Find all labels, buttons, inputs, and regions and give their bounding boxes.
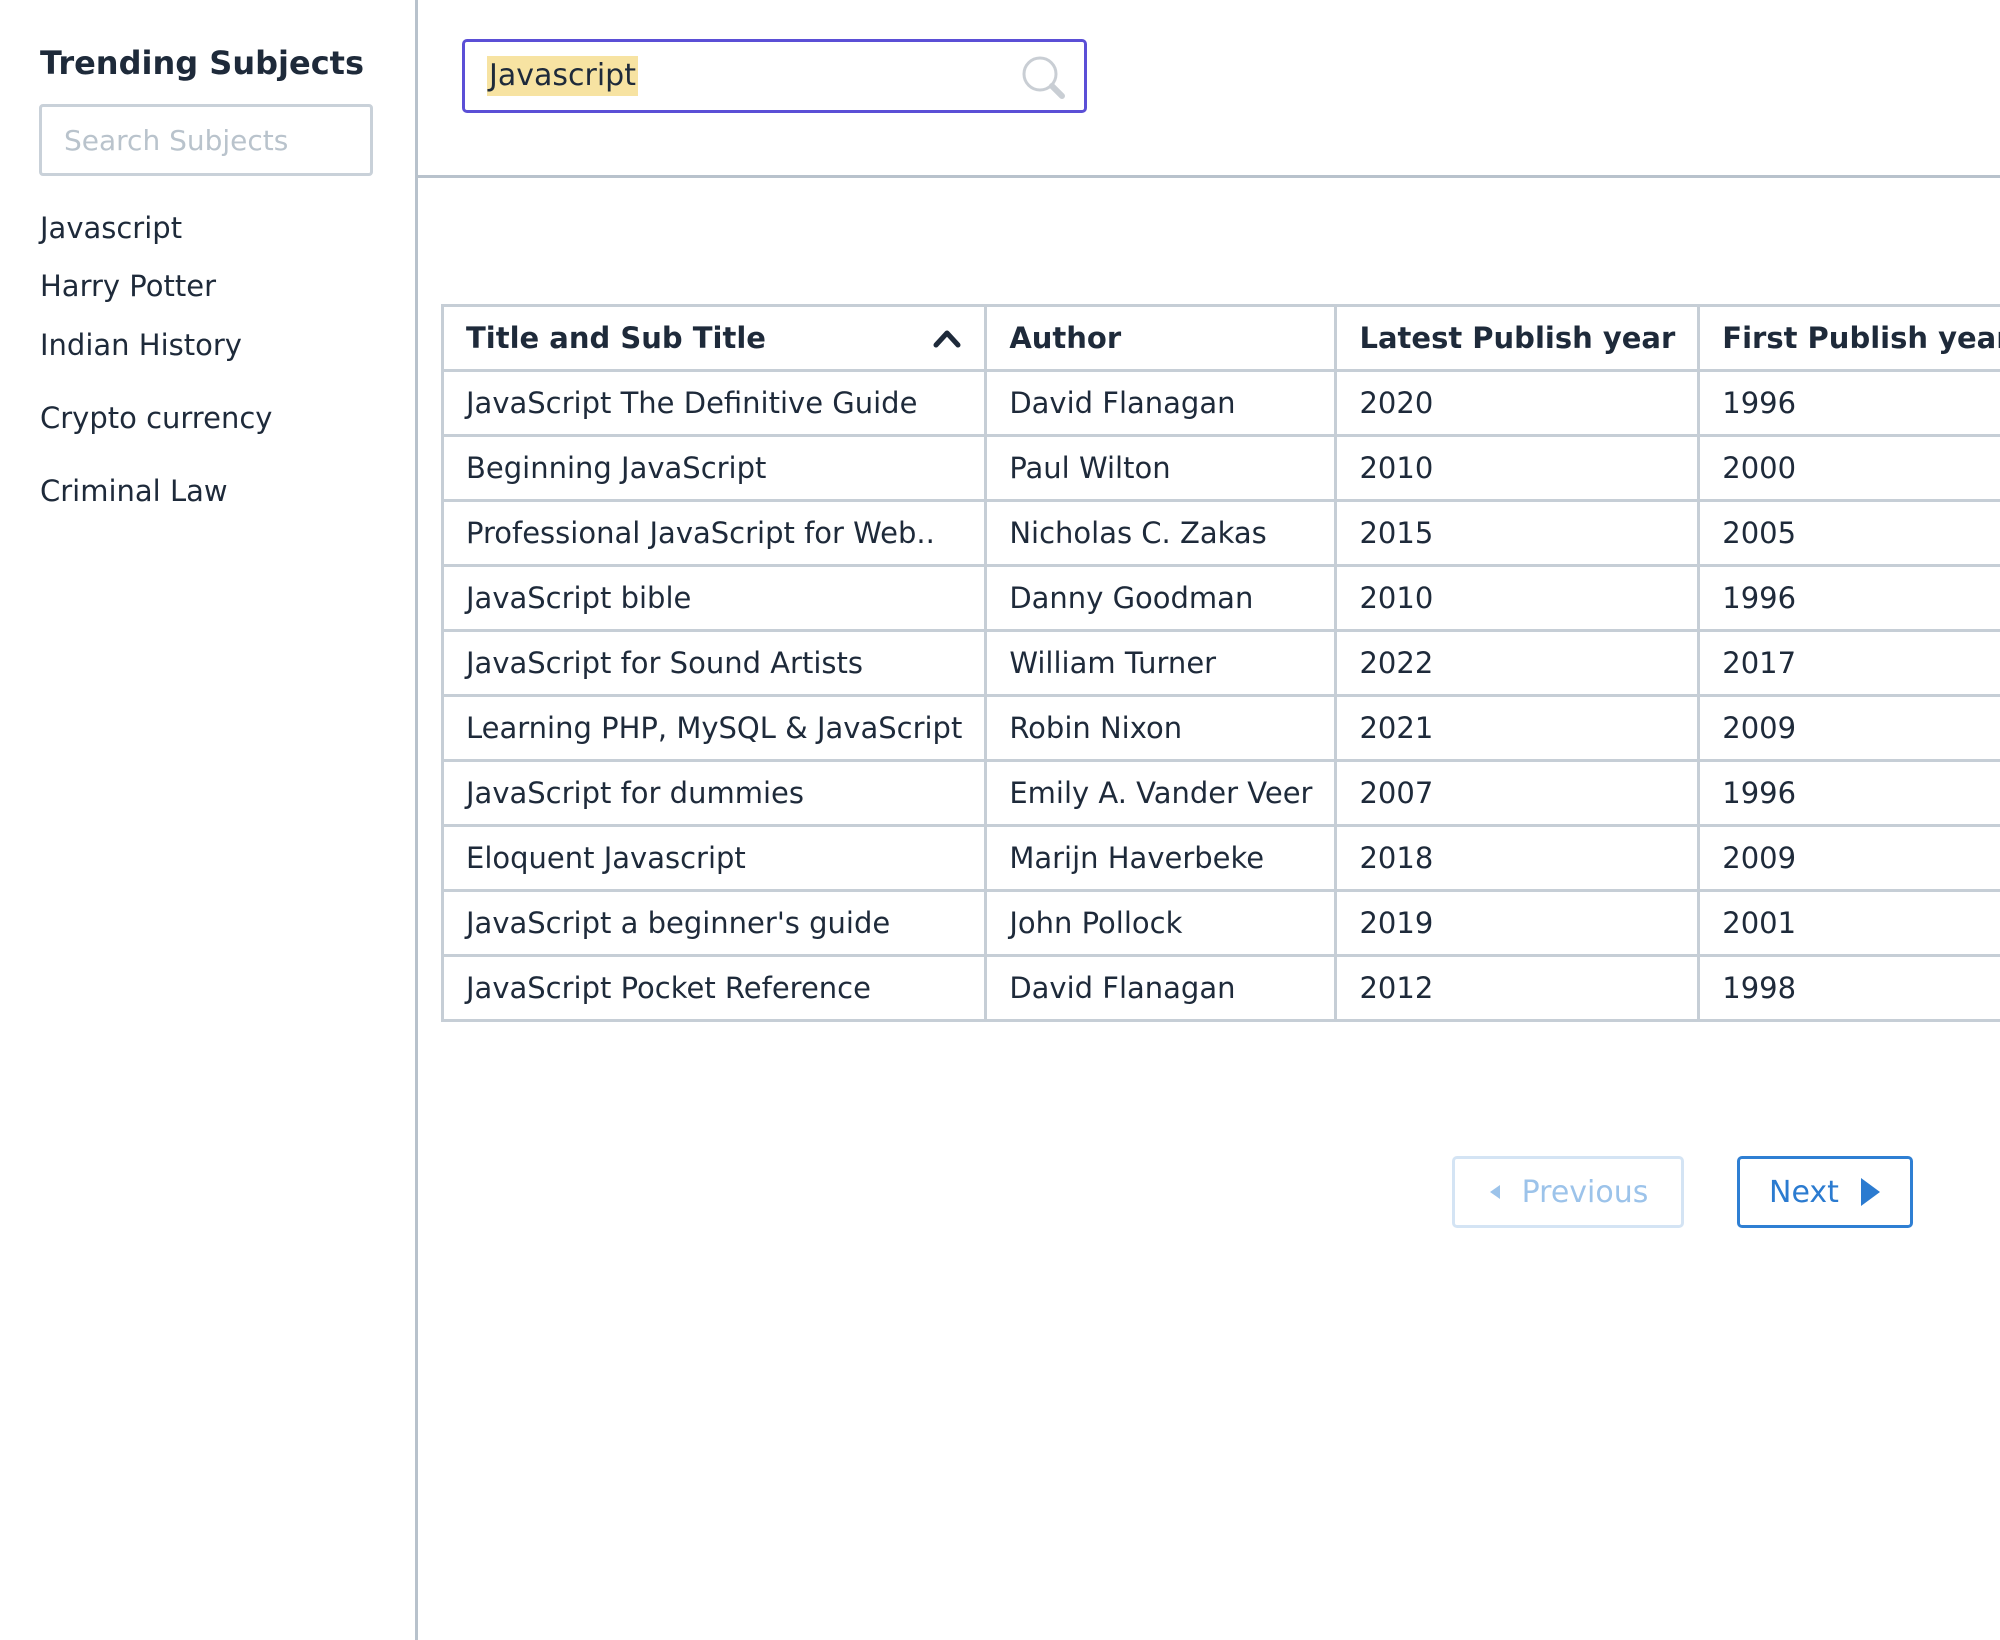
- column-header-first-publish-year[interactable]: First Publish year: [1697, 304, 2000, 372]
- cell-latest-year: 2010: [1334, 564, 1701, 632]
- table-row[interactable]: JavaScript bible Danny Goodman 2010 1996: [440, 564, 2000, 632]
- cell-author: Robin Nixon: [984, 694, 1338, 762]
- cell-first-year: 2017: [1697, 629, 2000, 697]
- table-row[interactable]: Professional JavaScript for Web.. Nichol…: [440, 499, 2000, 567]
- book-search-field[interactable]: Javascript: [462, 39, 1087, 113]
- cell-title: JavaScript bible: [440, 564, 988, 632]
- previous-button[interactable]: Previous: [1452, 1156, 1684, 1228]
- cell-title: Beginning JavaScript: [440, 434, 988, 502]
- cell-author: Nicholas C. Zakas: [984, 499, 1338, 567]
- results-table: Title and Sub Title Author Latest Publis…: [440, 304, 2000, 1022]
- cell-first-year: 1996: [1697, 564, 2000, 632]
- cell-author: Paul Wilton: [984, 434, 1338, 502]
- cell-author: David Flanagan: [984, 954, 1338, 1022]
- previous-button-label: Previous: [1521, 1174, 1649, 1210]
- cell-author: Danny Goodman: [984, 564, 1338, 632]
- subject-item-crypto-currency[interactable]: Crypto currency: [40, 401, 272, 435]
- column-header-title-label: Title and Sub Title: [466, 321, 766, 355]
- cell-title: JavaScript a beginner's guide: [440, 889, 988, 957]
- book-search-value[interactable]: Javascript: [487, 56, 638, 96]
- chevron-up-icon[interactable]: [932, 327, 962, 349]
- caret-right-icon: [1859, 1177, 1881, 1207]
- cell-first-year: 2005: [1697, 499, 2000, 567]
- sidebar-title: Trending Subjects: [40, 44, 364, 82]
- subject-item-criminal-law[interactable]: Criminal Law: [40, 474, 228, 508]
- cell-latest-year: 2020: [1334, 369, 1701, 437]
- cell-author: David Flanagan: [984, 369, 1338, 437]
- subject-item-javascript[interactable]: Javascript: [40, 211, 182, 245]
- cell-latest-year: 2012: [1334, 954, 1701, 1022]
- subject-item-indian-history[interactable]: Indian History: [40, 328, 242, 362]
- cell-latest-year: 2015: [1334, 499, 1701, 567]
- cell-latest-year: 2018: [1334, 824, 1701, 892]
- cell-first-year: 2009: [1697, 694, 2000, 762]
- cell-title: Professional JavaScript for Web..: [440, 499, 988, 567]
- cell-title: JavaScript for dummies: [440, 759, 988, 827]
- cell-author: Marijn Haverbeke: [984, 824, 1338, 892]
- sidebar: Trending Subjects Javascript Harry Potte…: [0, 0, 418, 1640]
- table-row[interactable]: Beginning JavaScript Paul Wilton 2010 20…: [440, 434, 2000, 502]
- table-header-row: Title and Sub Title Author Latest Publis…: [440, 304, 2000, 372]
- table-row[interactable]: JavaScript a beginner's guide John Pollo…: [440, 889, 2000, 957]
- table-row[interactable]: Learning PHP, MySQL & JavaScript Robin N…: [440, 694, 2000, 762]
- cell-first-year: 1996: [1697, 759, 2000, 827]
- cell-latest-year: 2022: [1334, 629, 1701, 697]
- table-row[interactable]: JavaScript The Definitive Guide David Fl…: [440, 369, 2000, 437]
- column-header-author[interactable]: Author: [984, 304, 1338, 372]
- cell-first-year: 2000: [1697, 434, 2000, 502]
- cell-first-year: 1996: [1697, 369, 2000, 437]
- cell-first-year: 1998: [1697, 954, 2000, 1022]
- table-row[interactable]: JavaScript for dummies Emily A. Vander V…: [440, 759, 2000, 827]
- cell-first-year: 2001: [1697, 889, 2000, 957]
- cell-latest-year: 2007: [1334, 759, 1701, 827]
- header-divider: [418, 175, 2000, 178]
- cell-author: Emily A. Vander Veer: [984, 759, 1338, 827]
- cell-latest-year: 2010: [1334, 434, 1701, 502]
- cell-title: Learning PHP, MySQL & JavaScript: [440, 694, 988, 762]
- column-header-title[interactable]: Title and Sub Title: [440, 304, 988, 372]
- table-row[interactable]: JavaScript Pocket Reference David Flanag…: [440, 954, 2000, 1022]
- next-button-label: Next: [1769, 1174, 1839, 1210]
- table-row[interactable]: Eloquent Javascript Marijn Haverbeke 201…: [440, 824, 2000, 892]
- subject-search-input[interactable]: [39, 104, 373, 176]
- cell-first-year: 2009: [1697, 824, 2000, 892]
- cell-latest-year: 2021: [1334, 694, 1701, 762]
- cell-latest-year: 2019: [1334, 889, 1701, 957]
- next-button[interactable]: Next: [1737, 1156, 1913, 1228]
- cell-author: William Turner: [984, 629, 1338, 697]
- cell-title: JavaScript for Sound Artists: [440, 629, 988, 697]
- cell-title: Eloquent Javascript: [440, 824, 988, 892]
- cell-title: JavaScript Pocket Reference: [440, 954, 988, 1022]
- cell-title: JavaScript The Definitive Guide: [440, 369, 988, 437]
- table-row[interactable]: JavaScript for Sound Artists William Tur…: [440, 629, 2000, 697]
- subject-item-harry-potter[interactable]: Harry Potter: [40, 269, 216, 303]
- caret-left-icon: [1488, 1184, 1502, 1200]
- search-icon[interactable]: [1020, 54, 1068, 102]
- cell-author: John Pollock: [984, 889, 1338, 957]
- column-header-latest-publish-year[interactable]: Latest Publish year: [1334, 304, 1701, 372]
